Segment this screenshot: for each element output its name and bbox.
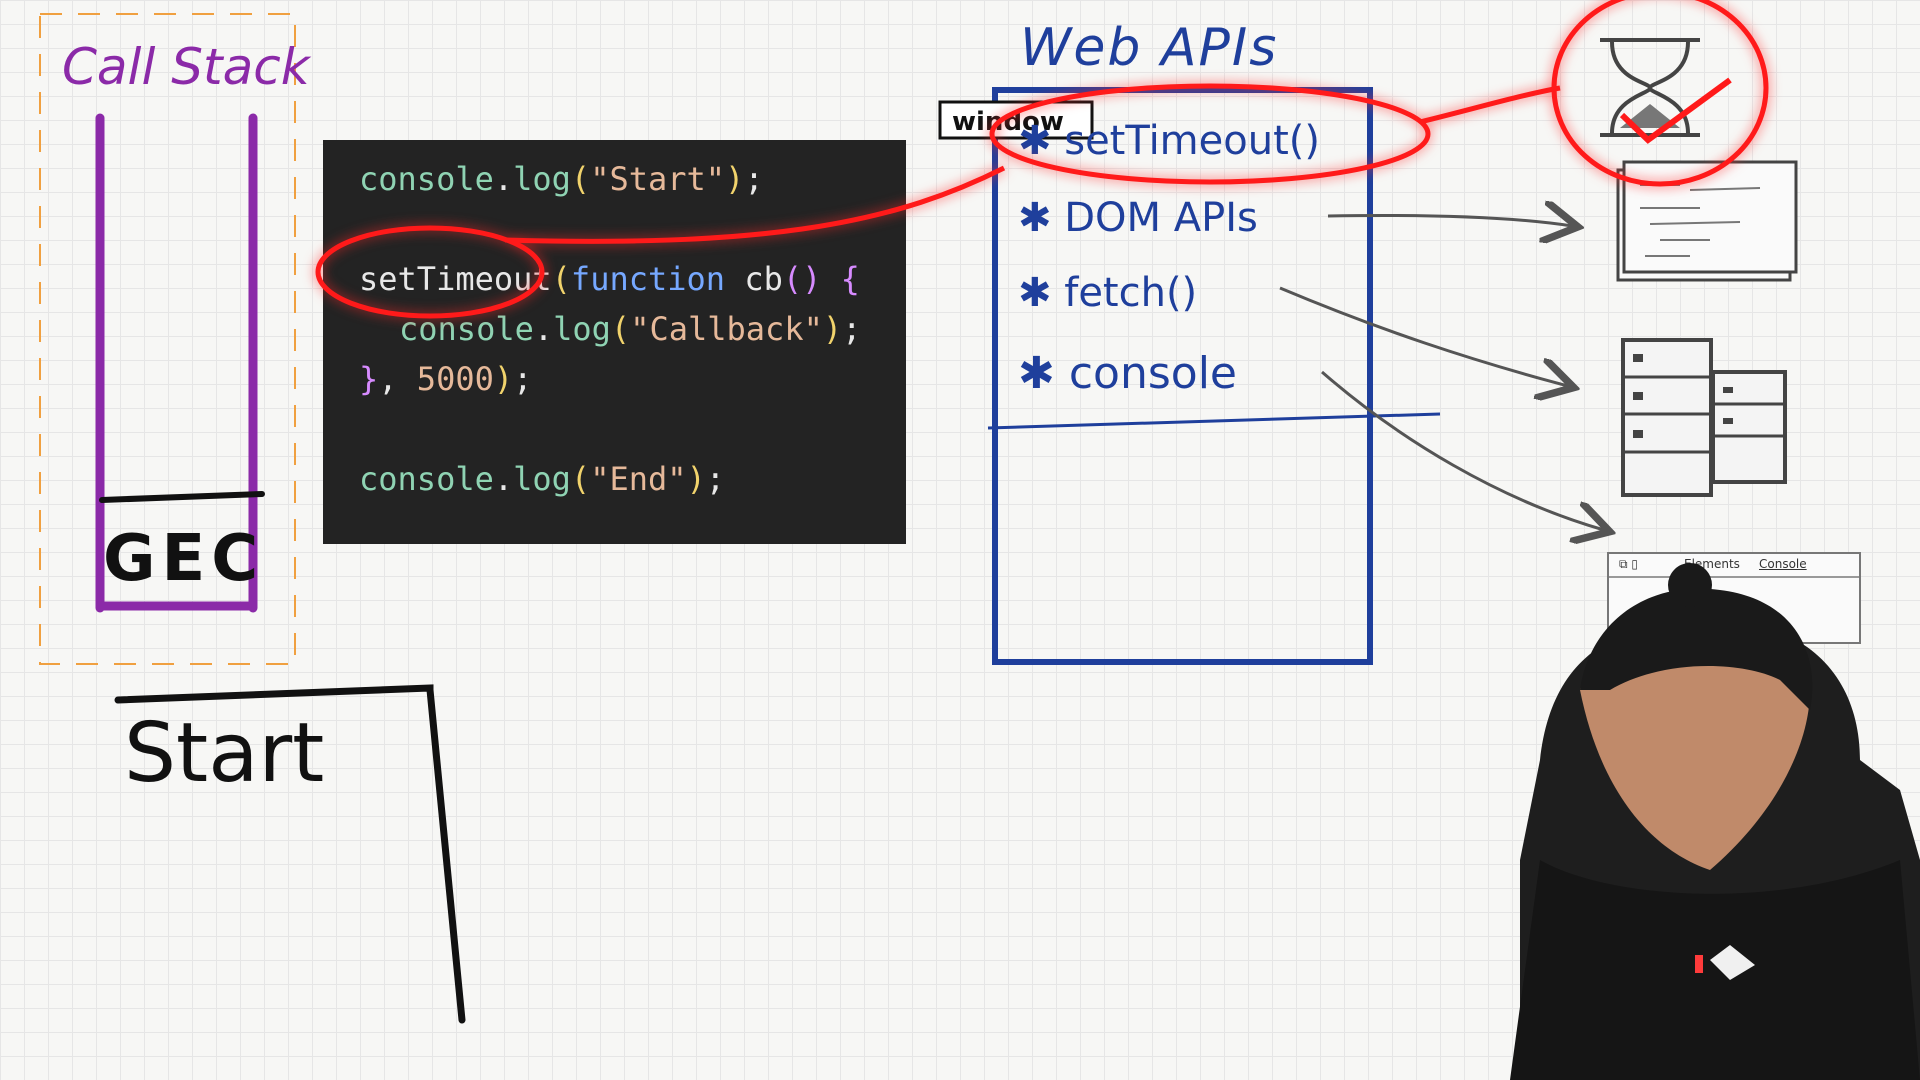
code-line-7: console.log("End"); — [359, 460, 726, 498]
web-apis-title: Web APIs — [1020, 18, 1279, 78]
web-api-item-fetch: ✱ fetch() — [1018, 270, 1198, 316]
gec-frame-label: GEC — [103, 522, 264, 596]
code-line-5: }, 5000); — [359, 360, 533, 398]
hourglass-icon — [1600, 38, 1700, 137]
timer-check-mark — [1619, 77, 1732, 144]
console-output-line: Start — [124, 706, 325, 801]
web-api-item-dom: ✱ DOM APIs — [1018, 195, 1258, 241]
code-line-1: console.log("Start"); — [359, 160, 764, 198]
code-editor-panel: console.log("Start"); setTimeout(functio… — [323, 140, 906, 544]
code-line-4: console.log("Callback"); — [399, 310, 862, 348]
web-api-item-settimeout: ✱ setTimeout() — [1018, 118, 1320, 164]
gec-frame-top — [99, 491, 265, 503]
code-line-3: setTimeout(function cb() { — [359, 260, 860, 298]
call-stack-drawing: GEC — [39, 13, 296, 665]
presenter-avatar — [1510, 563, 1920, 1080]
html-document-icon — [1616, 160, 1798, 282]
call-stack-title: Call Stack — [62, 38, 310, 96]
web-api-item-console: ✱ console — [1018, 348, 1237, 399]
server-icon — [1621, 338, 1787, 497]
